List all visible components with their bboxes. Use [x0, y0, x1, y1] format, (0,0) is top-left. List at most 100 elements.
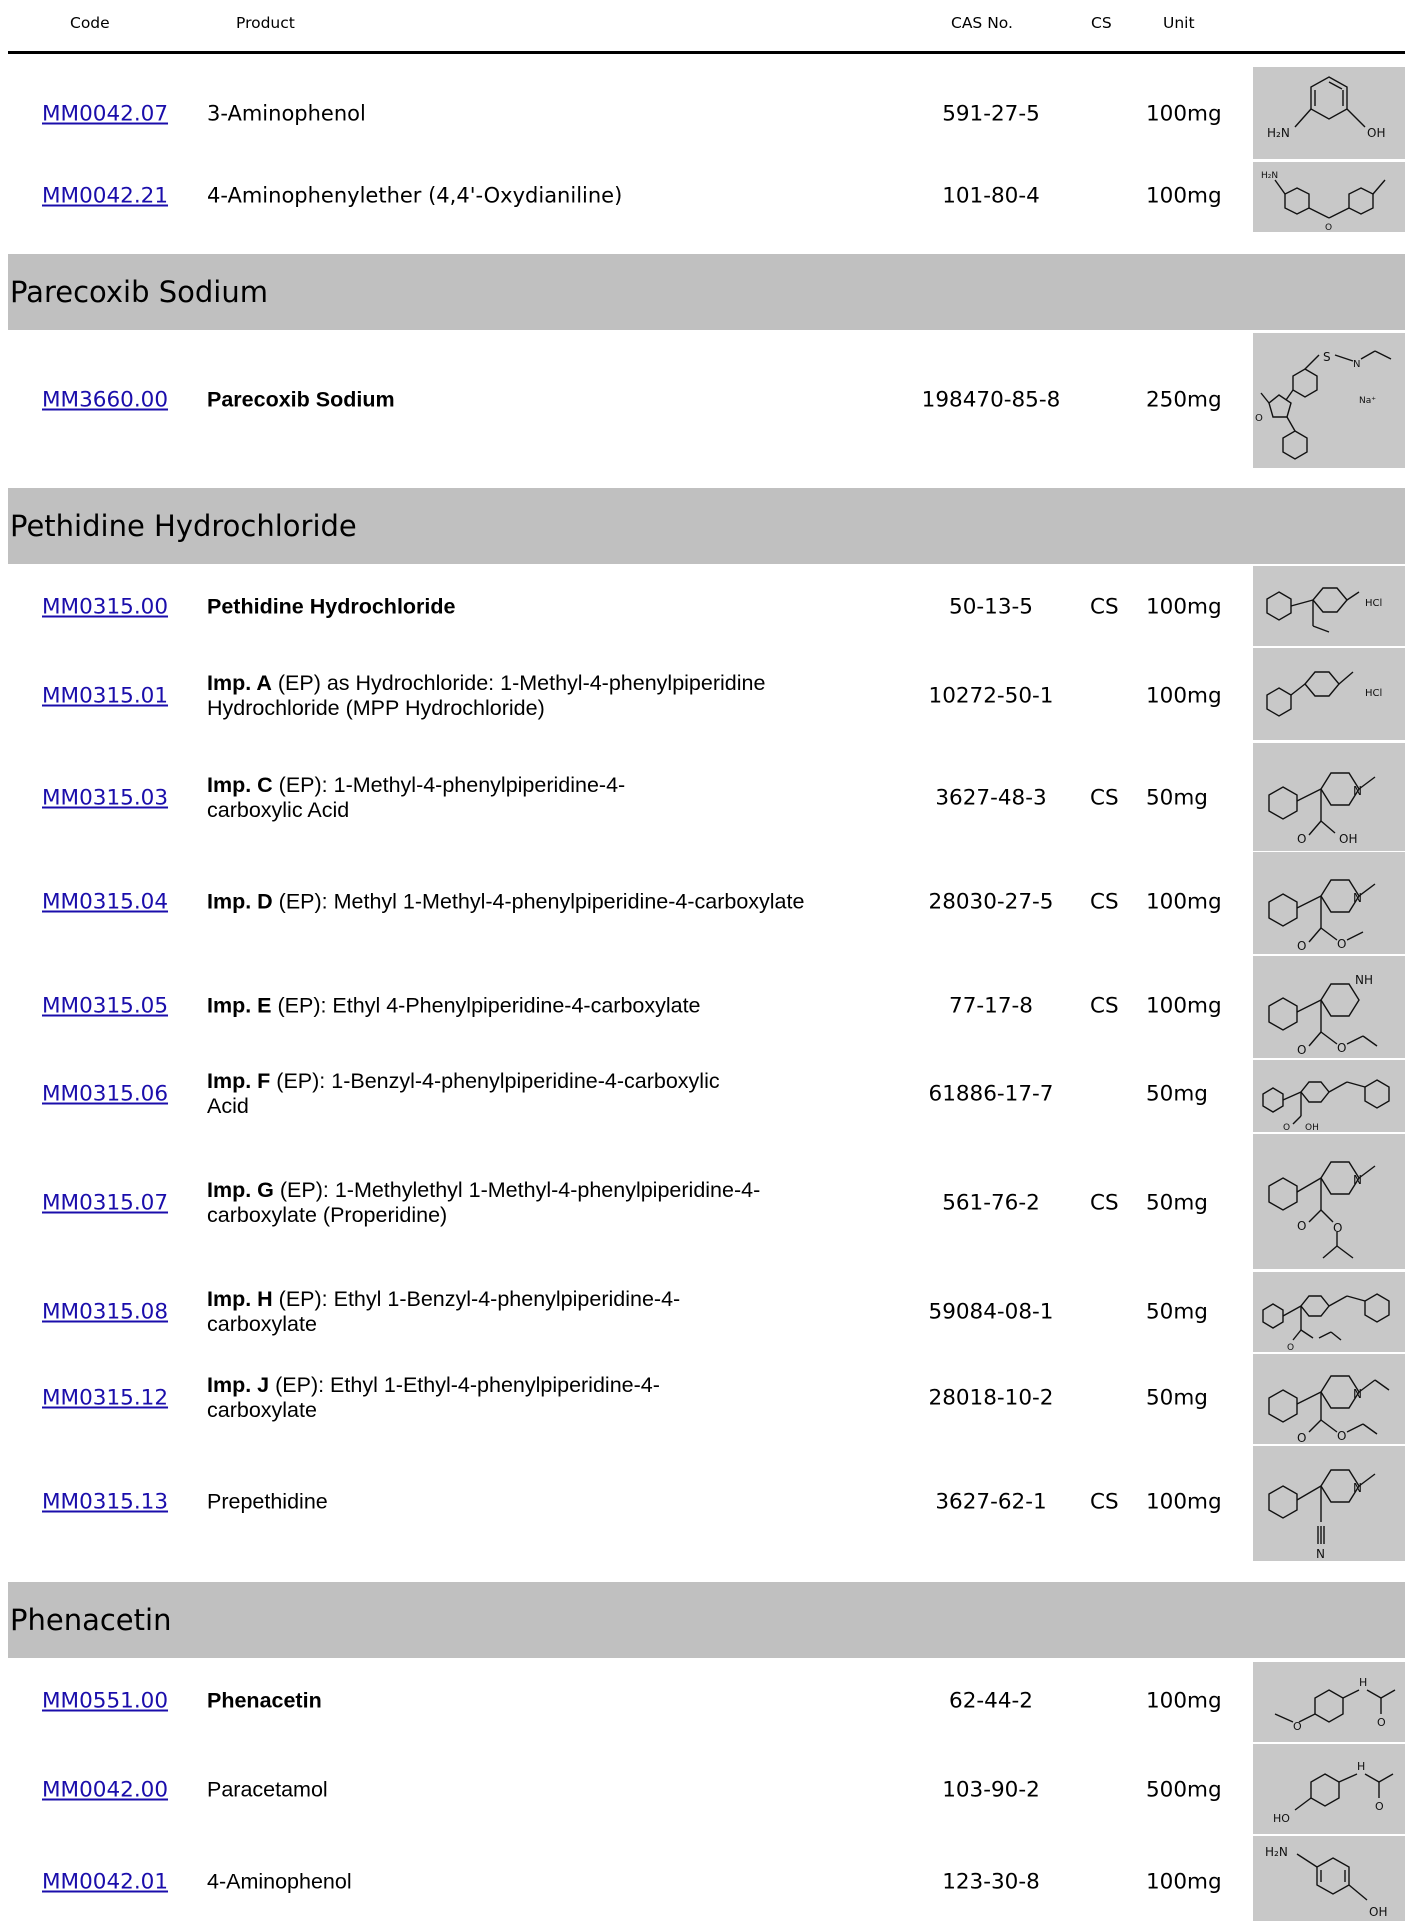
atom-label: H₂N	[1265, 1845, 1288, 1859]
header-rule	[8, 51, 1405, 54]
cas-number: 561-76-2	[942, 1190, 1040, 1216]
product-name: Imp. J (EP): Ethyl 1-Ethyl-4-phenylpiper…	[207, 1373, 727, 1423]
imp-e-structure-icon: NH O O	[1253, 956, 1405, 1058]
product-code-link[interactable]: MM0315.01	[42, 684, 168, 709]
oxydianiline-structure-icon: H₂N O	[1253, 162, 1405, 232]
atom-label: N	[1316, 1547, 1325, 1561]
product-name-bold: Imp. C	[207, 773, 273, 797]
unit: 50mg	[1146, 1081, 1208, 1107]
product-code-link[interactable]: MM0315.06	[42, 1082, 168, 1107]
product-code-link[interactable]: MM0315.03	[42, 786, 168, 811]
unit: 50mg	[1146, 785, 1208, 811]
atom-label: O	[1337, 1041, 1346, 1055]
cas-number: 61886-17-7	[928, 1081, 1054, 1107]
imp-f-structure-icon: O OH	[1253, 1060, 1405, 1132]
pethidine-hcl-structure-icon: HCl	[1253, 566, 1405, 646]
product-name: Phenacetin	[207, 1689, 907, 1714]
product-code-link[interactable]: MM0042.01	[42, 1870, 168, 1895]
product-name-bold: Parecoxib Sodium	[207, 387, 395, 412]
product-name-text: Prepethidine	[207, 1489, 328, 1514]
cas-number: 101-80-4	[942, 183, 1040, 209]
unit: 100mg	[1146, 1489, 1222, 1515]
imp-g-structure-icon: N O O	[1253, 1134, 1405, 1269]
atom-label: O	[1297, 939, 1306, 953]
header-unit: Unit	[1163, 14, 1195, 32]
product-code-link[interactable]: MM0315.13	[42, 1490, 168, 1515]
product-name: 4-Aminophenylether (4,4'-Oxydianiline)	[207, 184, 907, 209]
imp-h-structure-icon: O	[1253, 1272, 1405, 1352]
section-heading: Parecoxib Sodium	[8, 254, 1405, 330]
product-code-link[interactable]: MM3660.00	[42, 388, 168, 413]
unit: 100mg	[1146, 993, 1222, 1019]
product-code-link[interactable]: MM0315.07	[42, 1191, 168, 1216]
atom-label: H	[1359, 1676, 1367, 1689]
cs-flag: CS	[1090, 594, 1119, 620]
product-code-link[interactable]: MM0042.07	[42, 102, 168, 127]
product-code-link[interactable]: MM0315.12	[42, 1386, 168, 1411]
header-code: Code	[70, 14, 110, 32]
product-code-link[interactable]: MM0042.21	[42, 184, 168, 209]
atom-label: S	[1323, 350, 1331, 364]
section-heading: Phenacetin	[8, 1582, 1405, 1658]
unit: 50mg	[1146, 1385, 1208, 1411]
product-code-link[interactable]: MM0315.08	[42, 1300, 168, 1325]
product-name-text: 4-Aminophenylether (4,4'-Oxydianiline)	[207, 183, 623, 208]
atom-label: Na⁺	[1359, 396, 1376, 406]
atom-label: O	[1325, 223, 1332, 232]
cas-number: 3627-62-1	[935, 1489, 1047, 1515]
product-name-text: (EP): Ethyl 1-Ethyl-4-phenylpiperidine-4…	[207, 1373, 660, 1422]
atom-label: O	[1283, 1123, 1290, 1132]
product-name-bold: Pethidine Hydrochloride	[207, 594, 456, 619]
atom-label: N	[1353, 784, 1362, 798]
atom-label: N	[1353, 1387, 1362, 1401]
product-name-bold: Imp. G	[207, 1178, 274, 1202]
product-name-text: (EP): Ethyl 1-Benzyl-4-phenylpiperidine-…	[207, 1287, 681, 1336]
atom-label: O	[1333, 1221, 1342, 1235]
product-code-link[interactable]: MM0315.04	[42, 890, 168, 915]
atom-label: O	[1337, 937, 1346, 951]
unit: 100mg	[1146, 183, 1222, 209]
cas-number: 62-44-2	[949, 1688, 1033, 1714]
unit: 500mg	[1146, 1777, 1222, 1803]
product-code-link[interactable]: MM0315.00	[42, 595, 168, 620]
header-cs: CS	[1091, 14, 1112, 32]
cas-number: 28030-27-5	[928, 889, 1054, 915]
atom-label: O	[1337, 1429, 1346, 1443]
imp-d-structure-icon: N O O	[1253, 852, 1405, 954]
mpp-hcl-structure-icon: HCl	[1253, 648, 1405, 740]
atom-label: OH	[1367, 126, 1385, 140]
cas-number: 3627-48-3	[935, 785, 1047, 811]
cs-flag: CS	[1090, 1489, 1119, 1515]
cas-number: 77-17-8	[949, 993, 1033, 1019]
atom-label: O	[1297, 1043, 1306, 1057]
unit: 250mg	[1146, 387, 1222, 413]
product-code-link[interactable]: MM0042.00	[42, 1778, 168, 1803]
product-name: Imp. C (EP): 1-Methyl-4-phenylpiperidine…	[207, 773, 687, 823]
cas-number: 198470-85-8	[921, 387, 1061, 413]
product-name: Pethidine Hydrochloride	[207, 595, 907, 620]
cas-number: 123-30-8	[942, 1869, 1040, 1895]
product-name: Parecoxib Sodium	[207, 388, 907, 413]
atom-label: HO	[1273, 1812, 1290, 1825]
product-name-bold: Imp. E	[207, 993, 272, 1018]
product-code-link[interactable]: MM0315.05	[42, 994, 168, 1019]
parecoxib-sodium-structure-icon: S N O Na⁺	[1253, 333, 1405, 468]
cas-number: 10272-50-1	[928, 683, 1054, 709]
atom-label: O	[1287, 1343, 1294, 1352]
cas-number: 59084-08-1	[928, 1299, 1054, 1325]
atom-label: N	[1353, 1173, 1362, 1187]
atom-label: OH	[1369, 1905, 1387, 1919]
unit: 100mg	[1146, 683, 1222, 709]
product-name: Imp. G (EP): 1-Methylethyl 1-Methyl-4-ph…	[207, 1178, 857, 1228]
atom-label: O	[1297, 832, 1306, 846]
product-name: Prepethidine	[207, 1490, 907, 1515]
product-name-bold: Imp. H	[207, 1287, 273, 1311]
cas-number: 50-13-5	[949, 594, 1033, 620]
atom-label: HCl	[1365, 598, 1382, 609]
product-name: Imp. H (EP): Ethyl 1-Benzyl-4-phenylpipe…	[207, 1287, 747, 1337]
unit: 100mg	[1146, 889, 1222, 915]
table-header: Code Product CAS No. CS Unit	[0, 0, 1405, 52]
cs-flag: CS	[1090, 889, 1119, 915]
phenacetin-structure-icon: O H O	[1253, 1662, 1405, 1742]
product-code-link[interactable]: MM0551.00	[42, 1689, 168, 1714]
